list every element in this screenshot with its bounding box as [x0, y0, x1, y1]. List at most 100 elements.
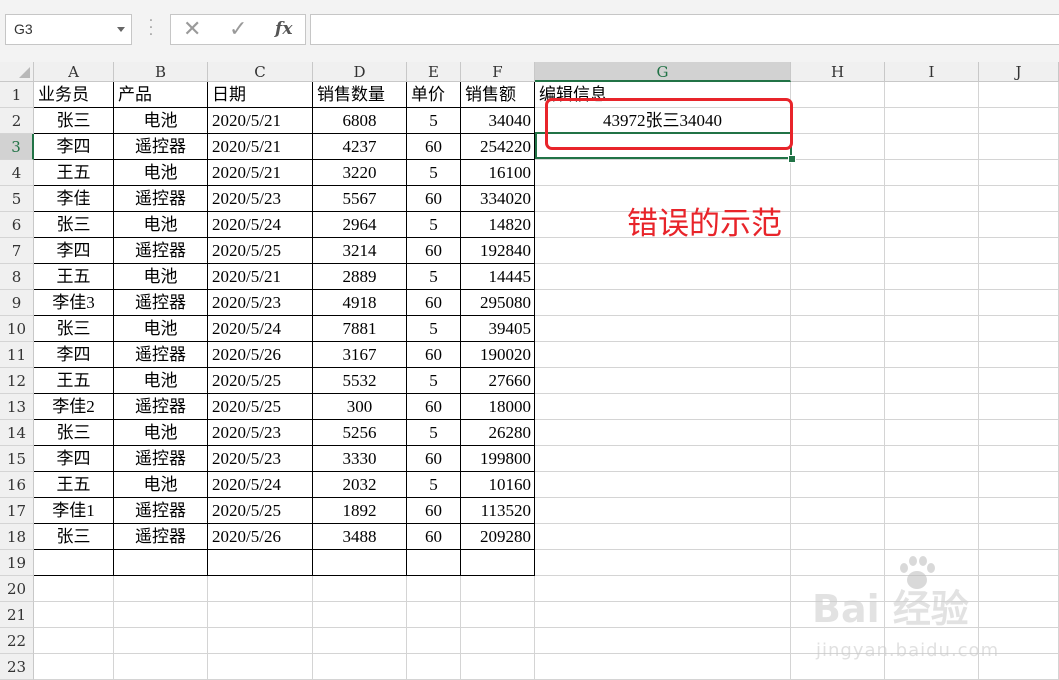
- cell-d1[interactable]: 销售数量: [313, 82, 407, 108]
- cell-f7[interactable]: 192840: [461, 238, 535, 264]
- column-header-c[interactable]: C: [208, 62, 313, 82]
- cell-f13[interactable]: 18000: [461, 394, 535, 420]
- cell-j11[interactable]: [979, 342, 1059, 368]
- cell-g23[interactable]: [535, 654, 791, 680]
- cell-h11[interactable]: [791, 342, 885, 368]
- cell-f14[interactable]: 26280: [461, 420, 535, 446]
- cell-g17[interactable]: [535, 498, 791, 524]
- cell-d18[interactable]: 3488: [313, 524, 407, 550]
- column-header-j[interactable]: J: [979, 62, 1059, 82]
- cell-e1[interactable]: 单价: [407, 82, 461, 108]
- cell-c18[interactable]: 2020/5/26: [208, 524, 313, 550]
- cell-d19[interactable]: [313, 550, 407, 576]
- cell-g21[interactable]: [535, 602, 791, 628]
- cell-g20[interactable]: [535, 576, 791, 602]
- cell-a13[interactable]: 李佳2: [34, 394, 114, 420]
- cell-b15[interactable]: 遥控器: [114, 446, 208, 472]
- cell-b5[interactable]: 遥控器: [114, 186, 208, 212]
- cell-c22[interactable]: [208, 628, 313, 654]
- cell-h2[interactable]: [791, 108, 885, 134]
- cell-j17[interactable]: [979, 498, 1059, 524]
- cell-f4[interactable]: 16100: [461, 160, 535, 186]
- cell-c19[interactable]: [208, 550, 313, 576]
- cell-g14[interactable]: [535, 420, 791, 446]
- cell-b21[interactable]: [114, 602, 208, 628]
- cell-j8[interactable]: [979, 264, 1059, 290]
- cell-g4[interactable]: [535, 160, 791, 186]
- cell-h14[interactable]: [791, 420, 885, 446]
- column-header-f[interactable]: F: [461, 62, 535, 82]
- cell-b10[interactable]: 电池: [114, 316, 208, 342]
- cell-a1[interactable]: 业务员: [34, 82, 114, 108]
- cell-f18[interactable]: 209280: [461, 524, 535, 550]
- column-header-e[interactable]: E: [407, 62, 461, 82]
- cell-b13[interactable]: 遥控器: [114, 394, 208, 420]
- cell-e16[interactable]: 5: [407, 472, 461, 498]
- row-header-7[interactable]: 7: [0, 238, 34, 264]
- cell-c1[interactable]: 日期: [208, 82, 313, 108]
- cell-a8[interactable]: 王五: [34, 264, 114, 290]
- cell-a23[interactable]: [34, 654, 114, 680]
- cell-g8[interactable]: [535, 264, 791, 290]
- row-header-11[interactable]: 11: [0, 342, 34, 368]
- cell-d22[interactable]: [313, 628, 407, 654]
- column-header-d[interactable]: D: [313, 62, 407, 82]
- cell-d6[interactable]: 2964: [313, 212, 407, 238]
- cell-a4[interactable]: 王五: [34, 160, 114, 186]
- row-header-19[interactable]: 19: [0, 550, 34, 576]
- cell-j1[interactable]: [979, 82, 1059, 108]
- cell-g16[interactable]: [535, 472, 791, 498]
- cell-c8[interactable]: 2020/5/21: [208, 264, 313, 290]
- cell-c7[interactable]: 2020/5/25: [208, 238, 313, 264]
- cell-h10[interactable]: [791, 316, 885, 342]
- cell-d14[interactable]: 5256: [313, 420, 407, 446]
- cell-j4[interactable]: [979, 160, 1059, 186]
- cell-c10[interactable]: 2020/5/24: [208, 316, 313, 342]
- cell-i11[interactable]: [885, 342, 979, 368]
- cell-g11[interactable]: [535, 342, 791, 368]
- cell-d10[interactable]: 7881: [313, 316, 407, 342]
- cell-d2[interactable]: 6808: [313, 108, 407, 134]
- cell-d9[interactable]: 4918: [313, 290, 407, 316]
- cell-i8[interactable]: [885, 264, 979, 290]
- row-header-18[interactable]: 18: [0, 524, 34, 550]
- cell-f23[interactable]: [461, 654, 535, 680]
- cell-b4[interactable]: 电池: [114, 160, 208, 186]
- cell-f12[interactable]: 27660: [461, 368, 535, 394]
- cell-f10[interactable]: 39405: [461, 316, 535, 342]
- row-header-13[interactable]: 13: [0, 394, 34, 420]
- row-header-1[interactable]: 1: [0, 82, 34, 108]
- cell-i1[interactable]: [885, 82, 979, 108]
- cell-c21[interactable]: [208, 602, 313, 628]
- cell-j10[interactable]: [979, 316, 1059, 342]
- cell-f1[interactable]: 销售额: [461, 82, 535, 108]
- cell-e8[interactable]: 5: [407, 264, 461, 290]
- cell-c14[interactable]: 2020/5/23: [208, 420, 313, 446]
- cell-i15[interactable]: [885, 446, 979, 472]
- cell-h5[interactable]: [791, 186, 885, 212]
- cell-e10[interactable]: 5: [407, 316, 461, 342]
- cell-d15[interactable]: 3330: [313, 446, 407, 472]
- name-box[interactable]: G3: [5, 14, 132, 45]
- cell-h7[interactable]: [791, 238, 885, 264]
- cell-c4[interactable]: 2020/5/21: [208, 160, 313, 186]
- cell-i12[interactable]: [885, 368, 979, 394]
- cell-e6[interactable]: 5: [407, 212, 461, 238]
- cell-j12[interactable]: [979, 368, 1059, 394]
- select-all-button[interactable]: [0, 62, 34, 82]
- cell-g22[interactable]: [535, 628, 791, 654]
- cell-c3[interactable]: 2020/5/21: [208, 134, 313, 160]
- cell-h4[interactable]: [791, 160, 885, 186]
- cell-a11[interactable]: 李四: [34, 342, 114, 368]
- cell-a14[interactable]: 张三: [34, 420, 114, 446]
- cell-e12[interactable]: 5: [407, 368, 461, 394]
- row-header-4[interactable]: 4: [0, 160, 34, 186]
- cell-d4[interactable]: 3220: [313, 160, 407, 186]
- cell-h1[interactable]: [791, 82, 885, 108]
- cell-j9[interactable]: [979, 290, 1059, 316]
- row-header-8[interactable]: 8: [0, 264, 34, 290]
- cell-a9[interactable]: 李佳3: [34, 290, 114, 316]
- cell-c17[interactable]: 2020/5/25: [208, 498, 313, 524]
- cell-g9[interactable]: [535, 290, 791, 316]
- cell-c5[interactable]: 2020/5/23: [208, 186, 313, 212]
